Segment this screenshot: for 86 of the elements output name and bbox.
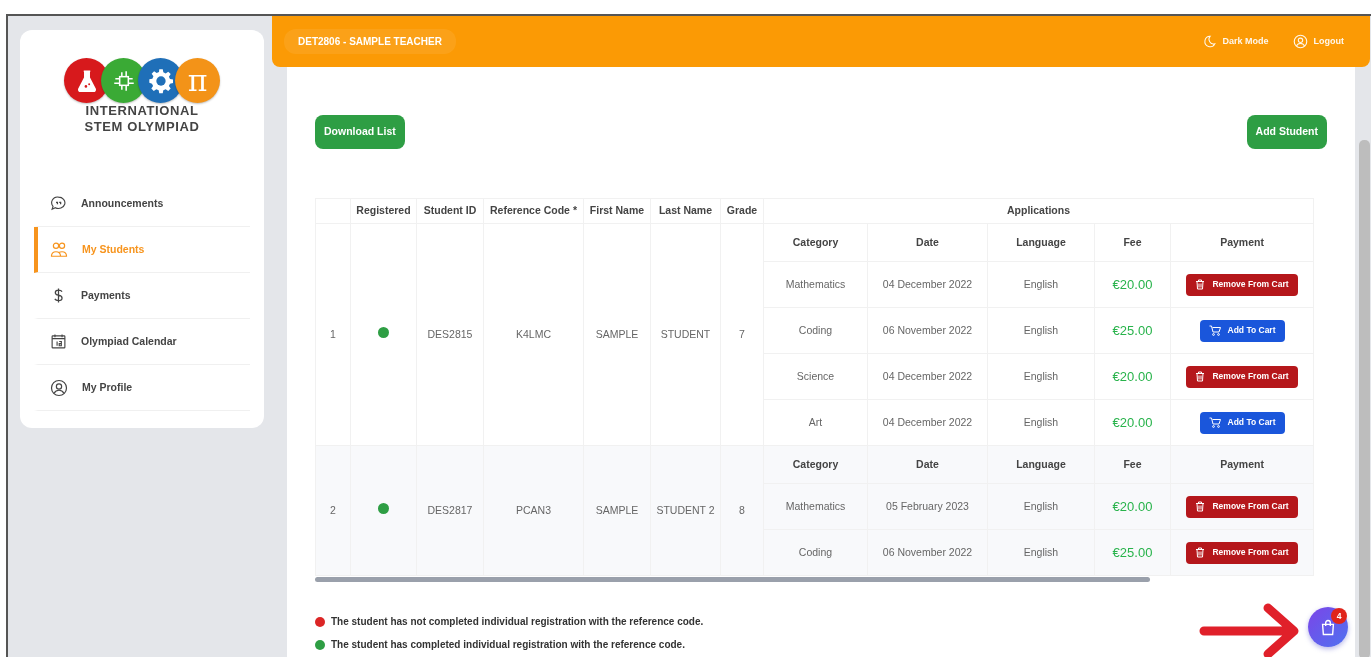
table-cell: 04 December 2022 <box>867 261 988 308</box>
column-header: Last Name <box>650 198 721 224</box>
table-cell: Science <box>763 353 868 400</box>
nav-item[interactable]: Olympiad Calendar <box>34 319 250 365</box>
trash-icon <box>1195 501 1206 512</box>
column-header: Reference Code * <box>483 198 584 224</box>
table-cell: English <box>987 307 1095 354</box>
add-to-cart-button[interactable]: Add To Cart <box>1199 411 1285 434</box>
user-circle-icon <box>50 378 68 397</box>
legend-text: The student has completed individual registration with the reference code. <box>331 638 685 652</box>
table-cell: SAMPLE <box>583 223 651 446</box>
column-header: Date <box>867 445 988 484</box>
user-circle-icon <box>1292 34 1308 49</box>
cart-icon <box>1208 417 1221 428</box>
column-header: Applications <box>763 198 1314 224</box>
table-cell: Art <box>763 399 868 446</box>
fee-amount: €20.00 <box>1094 483 1171 530</box>
cart-icon <box>1208 325 1221 336</box>
table-cell: Coding <box>763 307 868 354</box>
nav-item[interactable]: Announcements <box>34 181 250 227</box>
table-cell: STUDENT 2 <box>650 445 721 576</box>
calendar-icon <box>50 333 67 350</box>
table-cell: SAMPLE <box>583 445 651 576</box>
table-cell: 1 <box>315 223 351 446</box>
column-header: Category <box>763 223 868 262</box>
legend-text: The student has not completed individual registration with the reference code. <box>331 615 704 629</box>
table-cell: 04 December 2022 <box>867 399 988 446</box>
quote-bubble-icon <box>50 195 67 212</box>
fee-amount: €20.00 <box>1094 261 1171 308</box>
table-cell: English <box>987 399 1095 446</box>
scrollbar[interactable] <box>315 577 1150 582</box>
remove-from-cart-button[interactable]: Remove From Cart <box>1186 273 1298 296</box>
table-cell: STUDENT <box>650 223 721 446</box>
logo-text: STEM OLYMPIAD <box>83 119 201 135</box>
column-header: First Name <box>583 198 651 224</box>
table-cell: 05 February 2023 <box>867 483 988 530</box>
table-cell: English <box>987 483 1095 530</box>
toolbar-button[interactable]: Add Student <box>1246 115 1327 149</box>
table-cell: English <box>987 353 1095 400</box>
table-cell: Mathematics <box>763 483 868 530</box>
table-cell: 2 <box>315 445 351 576</box>
table-cell: Coding <box>763 529 868 576</box>
people-icon <box>50 241 68 258</box>
remove-from-cart-button[interactable]: Remove From Cart <box>1186 495 1298 518</box>
table-cell: 7 <box>720 223 764 446</box>
column-header: Language <box>987 223 1095 262</box>
table-cell: DES2815 <box>416 223 484 446</box>
column-header: Grade <box>720 198 764 224</box>
column-header: Fee <box>1094 445 1171 484</box>
nav-item[interactable]: Payments <box>34 273 250 319</box>
table-cell: 06 November 2022 <box>867 529 988 576</box>
table-cell: PCAN3 <box>483 445 584 576</box>
user-name: DET2806 - SAMPLE TEACHER <box>284 29 456 54</box>
column-header: Registered <box>350 198 417 224</box>
remove-from-cart-button[interactable]: Remove From Cart <box>1186 541 1298 564</box>
moon-icon <box>1202 34 1217 49</box>
remove-from-cart-button[interactable]: Remove From Cart <box>1186 365 1298 388</box>
table-cell: 04 December 2022 <box>867 353 988 400</box>
shopping-bag-icon <box>1320 618 1336 636</box>
column-header: Payment <box>1170 445 1314 484</box>
column-header: Language <box>987 445 1095 484</box>
table-cell: DES2817 <box>416 445 484 576</box>
fee-amount: €25.00 <box>1094 307 1171 354</box>
fee-amount: €25.00 <box>1094 529 1171 576</box>
column-header: Date <box>867 223 988 262</box>
table-cell: Mathematics <box>763 261 868 308</box>
column-header: Fee <box>1094 223 1171 262</box>
table-cell: 06 November 2022 <box>867 307 988 354</box>
add-to-cart-button[interactable]: Add To Cart <box>1199 319 1285 342</box>
trash-icon <box>1195 279 1206 290</box>
scrollbar[interactable] <box>1359 140 1370 657</box>
fee-amount: €20.00 <box>1094 399 1171 446</box>
pi-logo: π <box>175 58 220 103</box>
table-cell: K4LMC <box>483 223 584 446</box>
trash-icon <box>1195 371 1206 382</box>
nav-item[interactable]: My Profile <box>34 365 250 411</box>
column-header: Payment <box>1170 223 1314 262</box>
logo-text: INTERNATIONAL <box>84 103 200 119</box>
trash-icon <box>1195 547 1206 558</box>
table-cell: 8 <box>720 445 764 576</box>
toolbar-button[interactable]: Download List <box>315 115 405 149</box>
table-cell: English <box>987 261 1095 308</box>
fee-amount: €20.00 <box>1094 353 1171 400</box>
table-cell: English <box>987 529 1095 576</box>
column-header: Category <box>763 445 868 484</box>
column-header: Student ID <box>416 198 484 224</box>
